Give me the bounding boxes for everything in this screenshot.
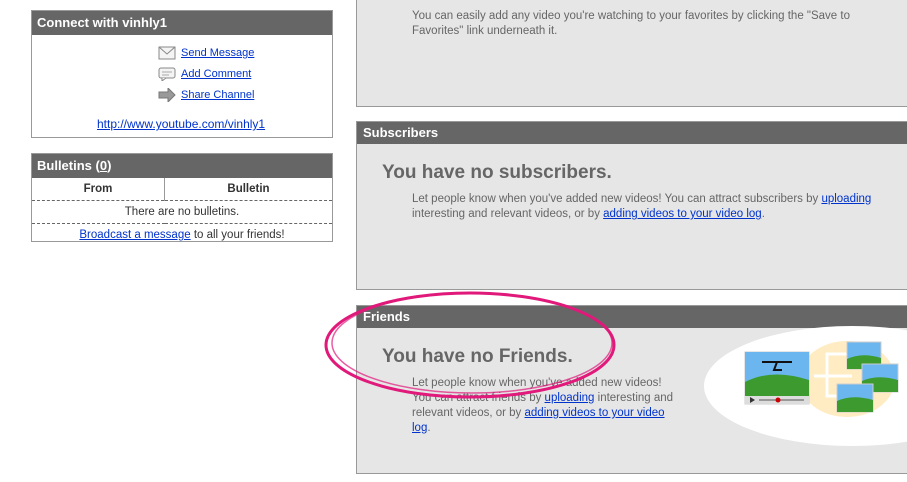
favorites-text: You can easily add any video you're watc… [412, 10, 850, 37]
friends-text: Let people know when you've added new vi… [412, 377, 674, 434]
send-message-link[interactable]: Send Message [181, 47, 254, 59]
subscribers-panel: Subscribers You have no subscribers. Let… [356, 121, 907, 290]
bulletins-box: Bulletins (0) From Bulletin There are no… [31, 153, 333, 242]
share-channel-link[interactable]: Share Channel [181, 89, 254, 101]
no-bulletins-text: There are no bulletins. [124, 206, 240, 218]
friends-illustration [704, 326, 907, 446]
col-bulletin-header: Bulletin [227, 183, 270, 195]
no-friends-heading: You have no Friends. [382, 346, 573, 367]
col-from-header: From [32, 178, 165, 201]
bulletin-count-link[interactable]: 0 [100, 158, 107, 173]
connect-box: Connect with vinhly1 Send Message Add Co… [31, 10, 333, 138]
subscribers-title: Subscribers [357, 122, 907, 144]
broadcast-message-link[interactable]: Broadcast a message [79, 229, 190, 241]
broadcast-row: Broadcast a message to all your friends! [79, 229, 285, 241]
connect-title: Connect with vinhly1 [32, 11, 332, 35]
friends-uploading-link[interactable]: uploading [545, 392, 595, 404]
add-comment-link[interactable]: Add Comment [181, 68, 251, 80]
share-arrow-icon [158, 88, 176, 102]
friends-panel: Friends You have no Friends. Let people … [356, 305, 907, 474]
bulletins-table: From Bulletin There are no bulletins. Br… [32, 178, 332, 246]
comment-icon [158, 67, 176, 81]
no-subscribers-heading: You have no subscribers. [382, 162, 612, 183]
bulletins-title: Bulletins (0) [32, 154, 332, 178]
add-to-video-log-link[interactable]: adding videos to your video log [603, 208, 762, 220]
favorites-panel: You can easily add any video you're watc… [356, 0, 907, 107]
envelope-icon [158, 46, 176, 60]
subscribers-text: Let people know when you've added new vi… [412, 193, 872, 220]
uploading-link[interactable]: uploading [821, 193, 871, 205]
channel-url-link[interactable]: http://www.youtube.com/vinhly1 [97, 117, 265, 131]
